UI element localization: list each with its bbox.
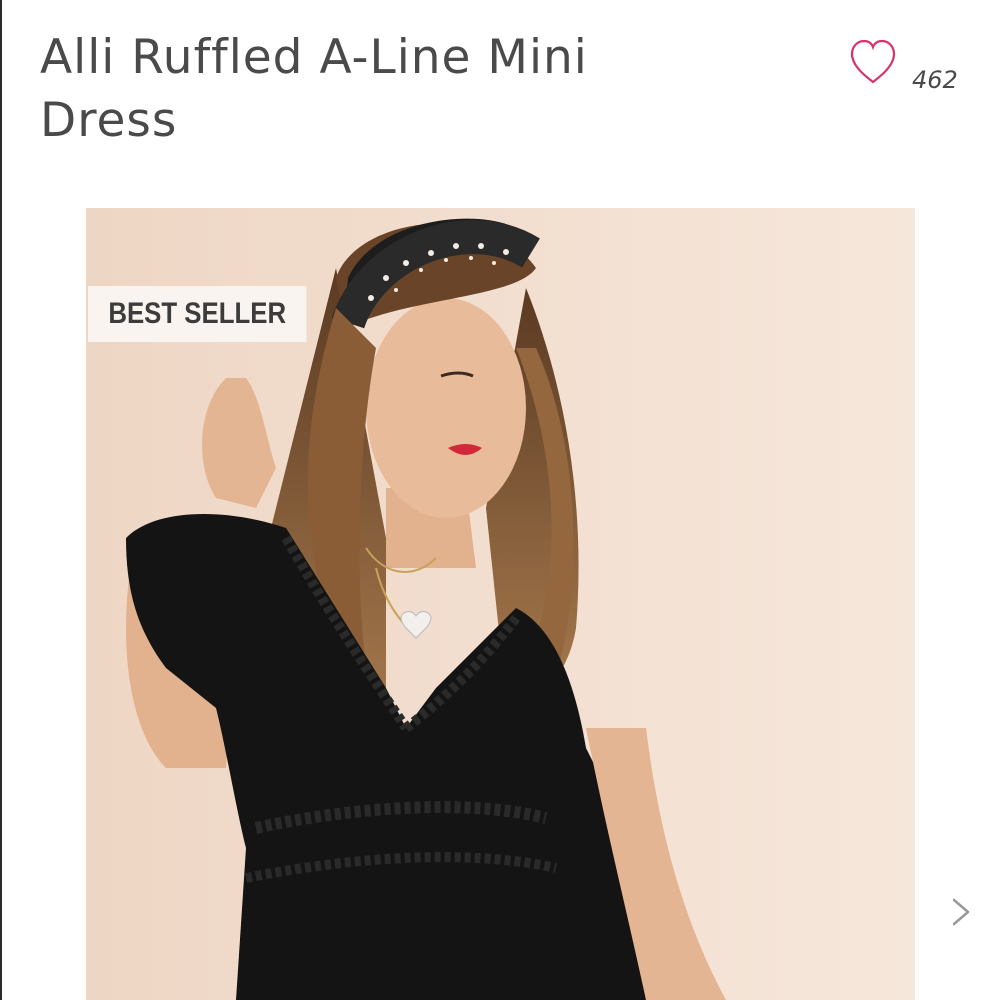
favorite-count: 462 — [912, 66, 958, 94]
product-page: Alli Ruffled A-Line Mini Dress 462 BEST … — [0, 0, 1000, 1000]
product-image[interactable]: BEST SELLER — [86, 208, 915, 1000]
best-seller-badge: BEST SELLER — [88, 286, 307, 342]
chevron-right-icon[interactable] — [944, 892, 978, 932]
favorite-button[interactable]: 462 — [848, 38, 978, 98]
heart-outline-icon[interactable] — [848, 38, 898, 88]
window-edge — [0, 0, 2, 1000]
product-title: Alli Ruffled A-Line Mini Dress — [40, 30, 588, 148]
